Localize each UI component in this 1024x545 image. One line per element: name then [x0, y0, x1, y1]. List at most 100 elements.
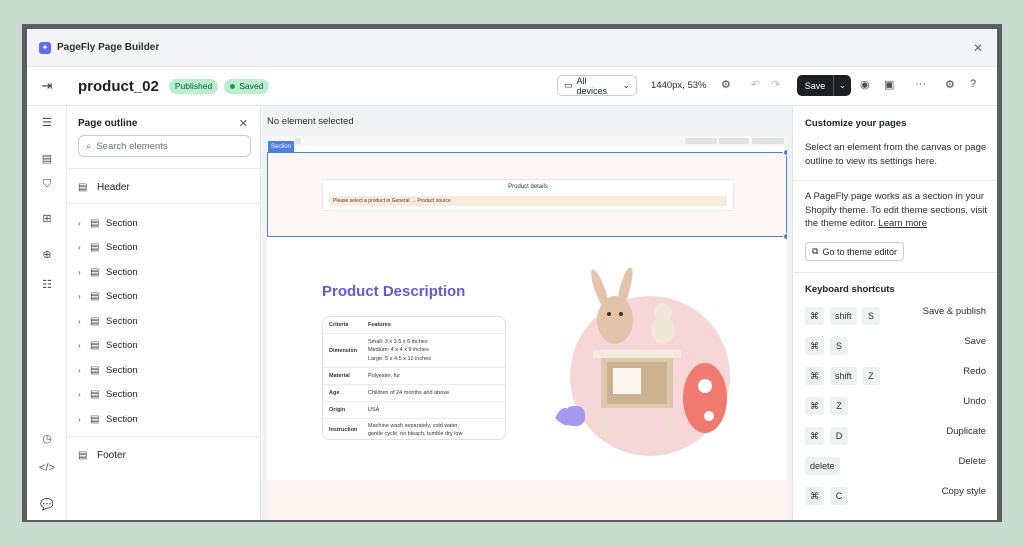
page-outline-panel: Page outline ✕ ⌕ Search elements ▤ Heade…: [68, 106, 261, 520]
sections-icon[interactable]: ☷: [27, 278, 67, 291]
outline-item-section[interactable]: › ▤ Section: [78, 289, 138, 305]
section-icon: ▤: [90, 340, 100, 351]
device-select-value: All devices: [576, 75, 608, 96]
history-clock-icon[interactable]: ◷: [27, 432, 67, 445]
spec-header-cell: Criteria: [329, 322, 349, 328]
shortcut-row: ⌘ S Save: [805, 336, 986, 355]
shopify-icon[interactable]: ⛉: [27, 178, 67, 191]
close-window-icon[interactable]: ✕: [973, 41, 983, 55]
section-icon: ▤: [90, 364, 100, 376]
preview-header-bar: [267, 136, 787, 146]
divider: [793, 180, 997, 181]
chat-icon[interactable]: 💬: [27, 498, 67, 511]
learn-more-link[interactable]: Learn more: [878, 218, 927, 229]
outline-item-label: Section: [106, 340, 138, 351]
code-icon[interactable]: </>: [27, 462, 67, 474]
chevron-right-icon[interactable]: ›: [78, 415, 90, 424]
selected-section[interactable]: Section Product details Please select a …: [267, 141, 787, 240]
preview-nav-pill: [685, 138, 717, 144]
preview-eye-icon[interactable]: ◉: [860, 78, 870, 91]
saved-badge: Saved: [224, 78, 270, 94]
resize-handle[interactable]: [783, 149, 787, 156]
product-hero-image[interactable]: [545, 268, 745, 463]
more-menu-icon[interactable]: ···: [915, 78, 926, 90]
product-description-heading[interactable]: Product Description: [322, 283, 465, 300]
search-input[interactable]: ⌕ Search elements: [78, 135, 251, 157]
shortcut-key: C: [830, 487, 848, 505]
shortcut-label: Delete: [958, 456, 986, 467]
layers-icon[interactable]: ☰: [27, 116, 67, 129]
chevron-right-icon[interactable]: ›: [78, 292, 90, 301]
outline-item-label: Section: [106, 217, 138, 229]
spec-row: Age Children of 24 months and above: [323, 385, 505, 402]
divider: [68, 436, 261, 437]
divider: [68, 203, 261, 204]
go-to-theme-editor-button[interactable]: ⧉ Go to theme editor: [805, 242, 904, 261]
left-rail: ☰ ▤ ⛉ ⊞ ⊕ ☷ ◷ </> 💬: [27, 106, 67, 520]
shortcut-key: S: [830, 337, 848, 355]
divider: [793, 272, 997, 273]
chevron-right-icon[interactable]: ›: [78, 390, 90, 399]
spec-row: Material Polyester, fur: [323, 368, 505, 385]
shortcut-row: delete Delete: [805, 456, 986, 475]
search-placeholder: Search elements: [96, 140, 168, 152]
close-icon[interactable]: ✕: [239, 117, 248, 130]
help-icon[interactable]: ?: [970, 78, 976, 90]
section-tag[interactable]: Section: [268, 141, 295, 152]
shortcut-key: S: [862, 307, 880, 325]
spec-criteria-cell: Dimension: [329, 347, 358, 354]
device-select[interactable]: ▭ All devices ⌄: [557, 75, 637, 96]
outline-item-section[interactable]: › ▤ Section: [78, 264, 138, 280]
chevron-down-icon[interactable]: ⌄: [834, 75, 851, 96]
chevron-right-icon[interactable]: ›: [78, 219, 90, 228]
undo-icon[interactable]: ↶: [751, 78, 760, 91]
save-button[interactable]: Save ⌄: [797, 75, 851, 96]
outline-item-label: Section: [106, 389, 138, 400]
add-element-icon[interactable]: ⊕: [27, 248, 67, 261]
shortcut-label: Copy style: [941, 486, 986, 497]
shortcut-label: Redo: [963, 366, 986, 377]
outline-item-section[interactable]: › ▤ Section: [78, 338, 138, 354]
settings-panel: Customize your pages Select an element f…: [792, 106, 997, 520]
exit-editor-icon[interactable]: ⇥: [27, 78, 67, 94]
outline-item-label: Section: [106, 242, 138, 253]
shortcut-key: Z: [862, 367, 880, 385]
outline-item-section[interactable]: › ▤ Section: [78, 387, 138, 403]
shortcut-row: ⌘ Z Undo: [805, 396, 986, 415]
spec-feature-cell: Small: 3 x 3.5 x 6 inches Medium: 4 x 4 …: [368, 338, 431, 362]
elements-icon[interactable]: ▤: [27, 152, 67, 165]
apps-grid-icon[interactable]: ⊞: [27, 212, 67, 225]
chevron-right-icon[interactable]: ›: [78, 243, 90, 252]
section-icon: ▤: [90, 242, 100, 253]
sliders-icon[interactable]: ⚙: [721, 78, 731, 91]
outline-item-section[interactable]: › ▤ Section: [78, 313, 138, 329]
redo-icon[interactable]: ↷: [771, 78, 780, 91]
chevron-right-icon[interactable]: ›: [78, 317, 90, 326]
spec-row: Dimension Small: 3 x 3.5 x 6 inches Mediu…: [323, 334, 505, 368]
spec-table[interactable]: Criteria Features Dimension Small: 3 x 3.…: [322, 316, 506, 440]
outline-item-footer[interactable]: ▤ Footer: [78, 447, 126, 463]
outline-item-label: Section: [106, 315, 138, 327]
outline-item-section[interactable]: › ▤ Section: [78, 215, 138, 231]
outline-item-section[interactable]: › ▤ Section: [78, 240, 138, 256]
header-icon: ▤: [78, 181, 88, 193]
shortcut-row: ⌘ C Copy style: [805, 486, 986, 505]
resize-handle[interactable]: [783, 233, 787, 240]
outline-item-header[interactable]: ▤ Header: [78, 179, 130, 195]
chevron-right-icon[interactable]: ›: [78, 366, 90, 375]
shortcut-row: ⌘ D Duplicate: [805, 426, 986, 445]
save-button-label: Save: [797, 75, 834, 96]
outline-item-section[interactable]: › ▤ Section: [78, 411, 138, 427]
spec-header-cell: Features: [368, 321, 391, 328]
title-bar: ✦ PageFly Page Builder ✕: [27, 29, 997, 67]
outline-item-section[interactable]: › ▤ Section: [78, 362, 138, 378]
zoom-level[interactable]: 1440px, 53%: [651, 80, 706, 91]
section-icon: ▤: [90, 413, 100, 425]
chevron-right-icon[interactable]: ›: [78, 268, 90, 277]
settings-gear-icon[interactable]: ⚙: [945, 78, 955, 91]
product-details-box[interactable]: Product details Please select a product …: [322, 179, 734, 211]
chevron-right-icon[interactable]: ›: [78, 341, 90, 350]
page-canvas[interactable]: Section Product details Please select a …: [267, 136, 787, 520]
monitor-icon: ▭: [564, 80, 573, 90]
layout-icon[interactable]: ▣: [884, 78, 894, 91]
